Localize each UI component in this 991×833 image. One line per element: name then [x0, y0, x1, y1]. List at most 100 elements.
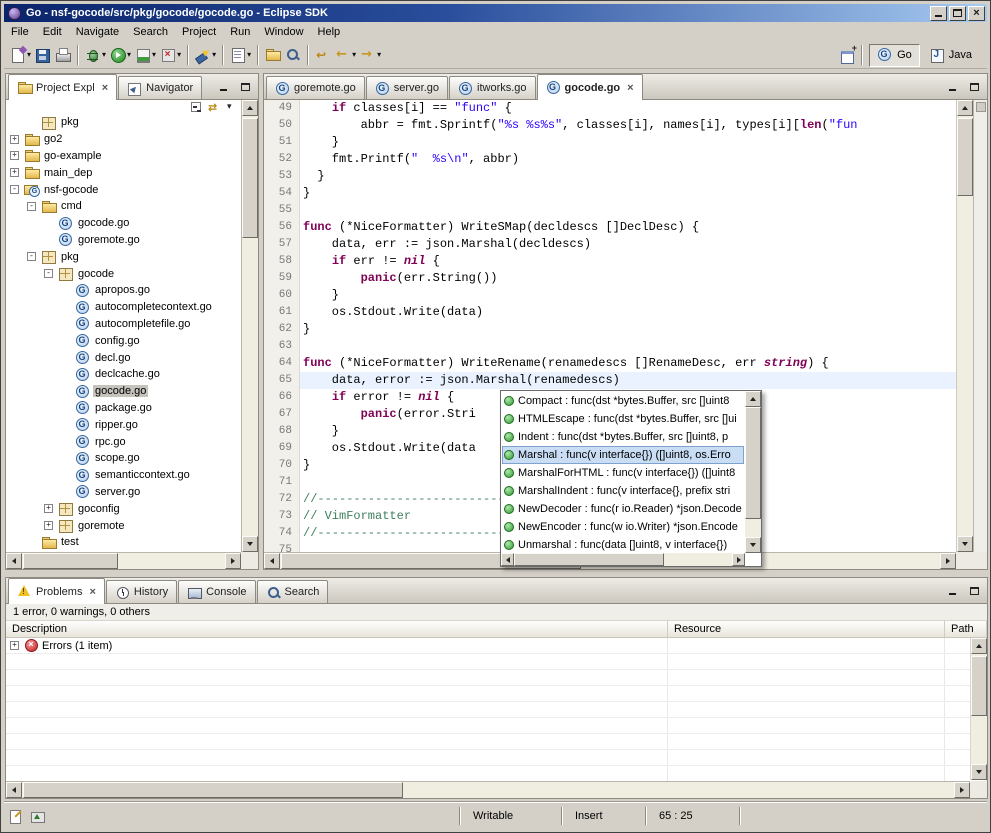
menu-project[interactable]: Project	[175, 24, 223, 40]
minimize-view-button[interactable]	[944, 583, 962, 599]
tree-item-goremote.go[interactable]: goremote.go	[6, 232, 241, 249]
scroll-left-button[interactable]	[264, 553, 280, 569]
close-icon[interactable]: ×	[627, 82, 633, 94]
scroll-thumb[interactable]	[23, 782, 403, 798]
minimize-button[interactable]	[930, 6, 947, 21]
explorer-tab-project-expl[interactable]: Project Expl×	[8, 74, 117, 100]
fast-view-icon[interactable]	[30, 808, 46, 824]
code-line[interactable]: 52 fmt.Printf(" %s\n", abbr)	[264, 151, 956, 168]
save-button[interactable]	[33, 43, 53, 67]
search-button[interactable]: ▾	[193, 43, 218, 67]
perspective-java[interactable]: Java	[922, 44, 979, 67]
explorer-hscrollbar[interactable]	[6, 552, 241, 569]
tree-item-server.go[interactable]: server.go	[6, 484, 241, 501]
expander-icon[interactable]: +	[10, 168, 19, 177]
code-line[interactable]: 51 }	[264, 134, 956, 151]
minimize-view-button[interactable]	[944, 79, 962, 95]
column-header-description[interactable]: Description	[6, 621, 668, 637]
tree-item-scope.go[interactable]: scope.go	[6, 450, 241, 467]
autocomplete-hscrollbar[interactable]	[501, 553, 745, 566]
column-header-resource[interactable]: Resource	[668, 621, 945, 637]
tree-item-main-dep[interactable]: +main_dep	[6, 164, 241, 181]
code-line[interactable]: 57 data, err := json.Marshal(decldescs)	[264, 236, 956, 253]
tree-item-apropos.go[interactable]: apropos.go	[6, 282, 241, 299]
menu-edit[interactable]: Edit	[36, 24, 69, 40]
scroll-down-button[interactable]	[242, 536, 258, 552]
scroll-down-button[interactable]	[957, 536, 973, 552]
close-icon[interactable]: ×	[102, 82, 108, 94]
dropdown-arrow-icon[interactable]: ▾	[102, 51, 106, 59]
run-button[interactable]: ▾	[108, 43, 133, 67]
expander-icon[interactable]: +	[10, 135, 19, 144]
menu-help[interactable]: Help	[311, 24, 348, 40]
autocomplete-vscrollbar[interactable]	[745, 391, 761, 553]
scroll-right-button[interactable]	[954, 782, 970, 798]
dropdown-arrow-icon[interactable]: ▾	[127, 51, 131, 59]
tree-item-package.go[interactable]: package.go	[6, 400, 241, 417]
menu-file[interactable]: File	[4, 24, 36, 40]
scroll-thumb[interactable]	[745, 407, 761, 519]
scroll-right-button[interactable]	[225, 553, 241, 569]
tree-item-go-example[interactable]: +go-example	[6, 148, 241, 165]
dropdown-arrow-icon[interactable]: ▾	[377, 51, 381, 59]
forward-button[interactable]: ▾	[358, 43, 383, 67]
explorer-vscrollbar[interactable]	[241, 100, 258, 552]
autocomplete-item-marshalforhtml[interactable]: MarshalForHTML : func(v interface{}) ([]…	[502, 464, 744, 482]
menu-window[interactable]: Window	[257, 24, 310, 40]
autocomplete-item-newdecoder[interactable]: NewDecoder : func(r io.Reader) *json.Dec…	[502, 500, 744, 518]
tree-item-decl.go[interactable]: decl.go	[6, 349, 241, 366]
menu-search[interactable]: Search	[126, 24, 175, 40]
tree-item-rpc.go[interactable]: rpc.go	[6, 433, 241, 450]
tree-item-semanticcontext.go[interactable]: semanticcontext.go	[6, 467, 241, 484]
new-task-button[interactable]: ▾	[228, 43, 253, 67]
autocomplete-item-newencoder[interactable]: NewEncoder : func(w io.Writer) *json.Enc…	[502, 518, 744, 536]
explorer-tab-navigator[interactable]: Navigator	[118, 76, 202, 99]
minimize-view-button[interactable]	[215, 79, 233, 95]
scroll-up-button[interactable]	[242, 100, 258, 116]
editor-vscrollbar[interactable]	[956, 100, 973, 552]
dropdown-arrow-icon[interactable]: ▾	[27, 51, 31, 59]
dropdown-arrow-icon[interactable]: ▾	[247, 51, 251, 59]
close-button[interactable]: ×	[968, 6, 985, 21]
autocomplete-item-marshal[interactable]: Marshal : func(v interface{}) ([]uint8, …	[502, 446, 744, 464]
view-menu-icon[interactable]	[225, 101, 238, 114]
expander-icon[interactable]: +	[10, 641, 19, 650]
scroll-right-button[interactable]	[732, 553, 745, 566]
perspective-go[interactable]: Go	[869, 44, 920, 67]
code-line[interactable]: 62}	[264, 321, 956, 338]
autocomplete-item-marshalindent[interactable]: MarshalIndent : func(v interface{}, pref…	[502, 482, 744, 500]
tree-item-autocompletefile.go[interactable]: autocompletefile.go	[6, 316, 241, 333]
maximize-view-button[interactable]	[236, 79, 254, 95]
tree-item-pkg[interactable]: pkg	[6, 114, 241, 131]
scroll-left-button[interactable]	[6, 782, 22, 798]
tree-item-config.go[interactable]: config.go	[6, 332, 241, 349]
tree-item-test[interactable]: test	[6, 534, 241, 551]
code-line[interactable]: 60 }	[264, 287, 956, 304]
expander-icon[interactable]: +	[44, 504, 53, 513]
problems-tab-search[interactable]: Search	[257, 580, 329, 603]
new-button[interactable]: ▾	[8, 43, 33, 67]
column-header-path[interactable]: Path	[945, 621, 987, 637]
tree-item-gocode.go[interactable]: gocode.go	[6, 383, 241, 400]
scroll-thumb[interactable]	[957, 118, 973, 196]
code-line[interactable]: 63	[264, 338, 956, 355]
expander-icon[interactable]: +	[44, 521, 53, 530]
scroll-right-button[interactable]	[940, 553, 956, 569]
expander-icon[interactable]: -	[44, 269, 53, 278]
editor-tab-itworks.go[interactable]: itworks.go	[449, 76, 536, 99]
scroll-down-button[interactable]	[745, 537, 761, 553]
menu-run[interactable]: Run	[223, 24, 257, 40]
code-line[interactable]: 56func (*NiceFormatter) WriteSMap(declde…	[264, 219, 956, 236]
open-resource-button[interactable]	[263, 43, 283, 67]
expander-icon[interactable]: -	[27, 202, 36, 211]
code-line[interactable]: 59 panic(err.String())	[264, 270, 956, 287]
open-type-button[interactable]	[283, 43, 303, 67]
code-line[interactable]: 55	[264, 202, 956, 219]
code-line[interactable]: 65 data, error := json.Marshal(renamedes…	[264, 372, 956, 389]
autocomplete-item-indent[interactable]: Indent : func(dst *bytes.Buffer, src []u…	[502, 428, 744, 446]
scroll-down-button[interactable]	[971, 764, 987, 780]
maximize-view-button[interactable]	[965, 79, 983, 95]
autocomplete-item-htmlescape[interactable]: HTMLEscape : func(dst *bytes.Buffer, src…	[502, 410, 744, 428]
back-button[interactable]: ▾	[333, 43, 358, 67]
code-line[interactable]: 58 if err != nil {	[264, 253, 956, 270]
